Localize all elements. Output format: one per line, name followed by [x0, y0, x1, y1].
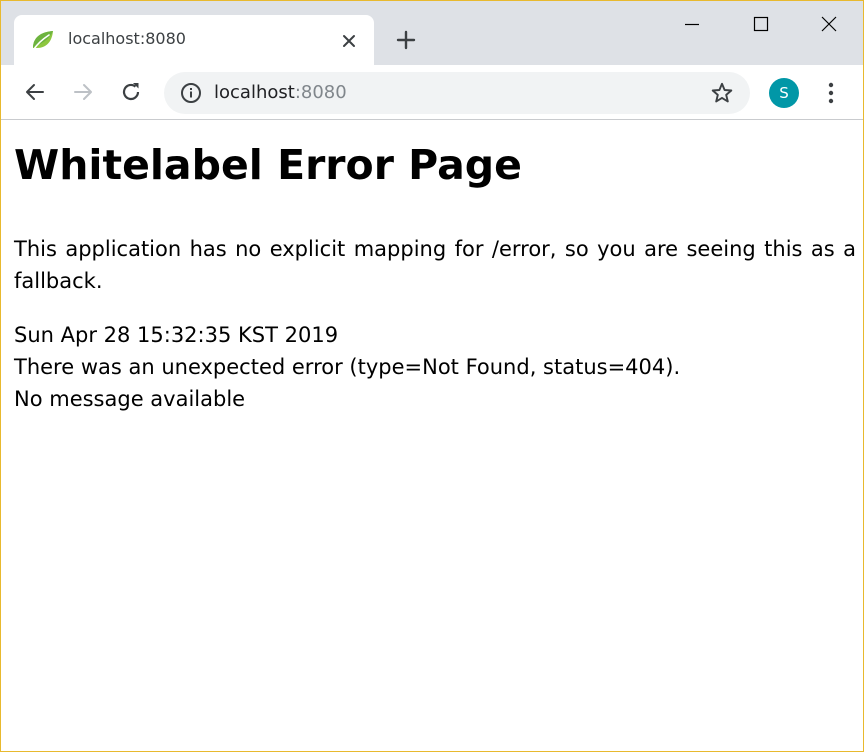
address-bar[interactable]: localhost:8080	[164, 72, 750, 114]
tab-title: localhost:8080	[68, 29, 186, 48]
window-close-icon[interactable]	[806, 7, 852, 41]
tab-strip: localhost:8080	[1, 1, 863, 65]
minimize-icon[interactable]	[669, 7, 715, 41]
info-icon[interactable]	[180, 82, 202, 104]
back-arrow-icon[interactable]	[20, 77, 50, 107]
reload-icon[interactable]	[116, 77, 146, 107]
url-text: localhost:8080	[214, 82, 347, 103]
maximize-icon[interactable]	[738, 7, 784, 41]
active-tab[interactable]: localhost:8080	[14, 15, 374, 65]
browser-toolbar: localhost:8080 S	[1, 65, 863, 120]
new-tab-icon[interactable]	[393, 27, 419, 53]
bookmark-star-icon[interactable]	[710, 81, 734, 105]
spring-leaf-icon	[30, 28, 56, 52]
browser-window: localhost:8080 localhost:8080 S Whitelab…	[0, 0, 864, 752]
url-port: :8080	[294, 82, 347, 103]
tab-close-icon[interactable]	[338, 30, 360, 52]
error-status: There was an unexpected error (type=Not …	[14, 355, 681, 379]
page-title: Whitelabel Error Page	[14, 141, 522, 189]
error-message: No message available	[14, 387, 246, 411]
error-details: Sun Apr 28 15:32:35 KST 2019 There was a…	[14, 319, 680, 415]
forward-arrow-icon[interactable]	[68, 77, 98, 107]
url-host: localhost	[214, 82, 295, 103]
error-description: This application has no explicit mapping…	[14, 237, 856, 293]
more-menu-icon[interactable]	[819, 79, 843, 107]
profile-avatar[interactable]: S	[769, 78, 799, 108]
error-timestamp: Sun Apr 28 15:32:35 KST 2019	[14, 323, 339, 347]
